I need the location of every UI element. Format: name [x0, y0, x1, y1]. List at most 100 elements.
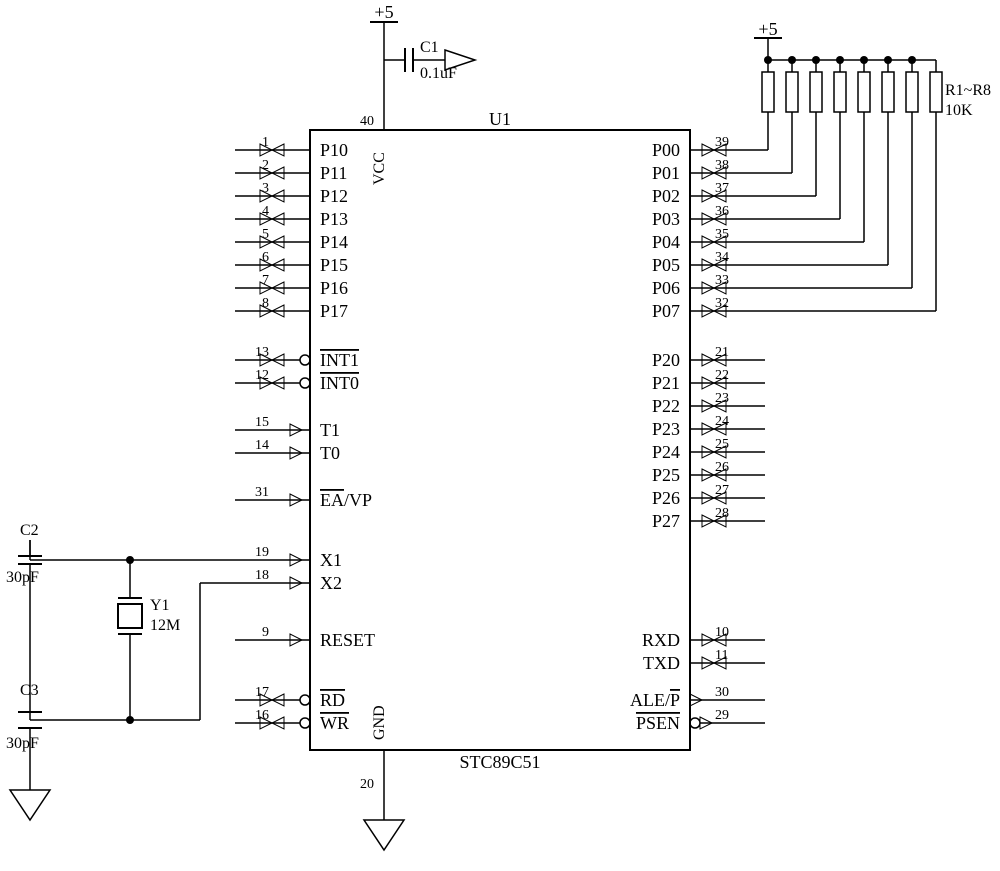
svg-text:P03: P03 — [652, 209, 680, 229]
svg-text:7: 7 — [262, 273, 269, 288]
svg-text:P07: P07 — [652, 301, 680, 321]
svg-text:14: 14 — [255, 438, 269, 453]
crystal-circuit: C2 30pF Y1 12M C3 30pF — [6, 522, 200, 820]
svg-text:12M: 12M — [150, 617, 180, 634]
svg-text:22: 22 — [715, 368, 729, 383]
svg-text:15: 15 — [255, 415, 269, 430]
svg-text:EA/VP: EA/VP — [320, 490, 372, 510]
svg-text:4: 4 — [262, 204, 269, 219]
svg-text:+5: +5 — [758, 19, 777, 39]
svg-text:12: 12 — [255, 368, 269, 383]
svg-text:17: 17 — [255, 685, 269, 700]
svg-text:P25: P25 — [652, 465, 680, 485]
svg-text:10: 10 — [715, 625, 729, 640]
svg-text:37: 37 — [715, 181, 729, 196]
svg-text:P26: P26 — [652, 488, 680, 508]
chip-designator: U1 — [489, 109, 511, 129]
pin-20-num: 20 — [360, 777, 374, 792]
serial-pins: 10 RXD 11 TXD 30 ALE/P 29 PSEN — [630, 625, 765, 733]
int-pins: 13 INT1 12 INT0 — [235, 345, 359, 393]
svg-text:P02: P02 — [652, 186, 680, 206]
svg-text:RXD: RXD — [642, 630, 680, 650]
svg-text:P21: P21 — [652, 373, 680, 393]
svg-text:R1~R8: R1~R8 — [945, 82, 991, 99]
svg-text:P05: P05 — [652, 255, 680, 275]
svg-text:P24: P24 — [652, 442, 680, 462]
svg-text:P27: P27 — [652, 511, 680, 531]
svg-text:PSEN: PSEN — [636, 713, 680, 733]
svg-text:34: 34 — [715, 250, 729, 265]
svg-text:9: 9 — [262, 625, 269, 640]
pin-40-num: 40 — [360, 114, 374, 129]
svg-text:X2: X2 — [320, 573, 342, 593]
svg-text:30pF: 30pF — [6, 569, 39, 586]
svg-text:1: 1 — [262, 135, 269, 150]
svg-text:P17: P17 — [320, 301, 348, 321]
svg-text:5: 5 — [262, 227, 269, 242]
svg-text:24: 24 — [715, 414, 729, 429]
reset-pin: 9 RESET — [235, 625, 375, 650]
svg-text:ALE/P: ALE/P — [630, 690, 680, 710]
svg-text:30pF: 30pF — [6, 735, 39, 752]
left-pins-p1: 1 P10 2 P11 3 P12 4 P13 5 P14 — [235, 135, 348, 321]
pin-row-p13: 4 P13 — [235, 204, 348, 229]
svg-text:RD: RD — [320, 690, 345, 710]
vcc-label: VCC — [371, 152, 388, 185]
svg-text:P12: P12 — [320, 186, 348, 206]
svg-text:31: 31 — [255, 485, 269, 500]
svg-text:P15: P15 — [320, 255, 348, 275]
svg-text:38: 38 — [715, 158, 729, 173]
pin-row-p15: 6 P15 — [235, 250, 348, 275]
right-pins-p2: 21P20 22P21 23P22 24P23 25P24 26P25 27P2… — [652, 345, 765, 531]
svg-text:C2: C2 — [20, 522, 39, 539]
pin-row-p16: 7 P16 — [235, 273, 348, 298]
svg-text:P22: P22 — [652, 396, 680, 416]
pin-row-p10: 1 P10 — [235, 135, 348, 160]
circuit-schematic: U1 STC89C51 +5 40 VCC C1 0.1uF 20 GND 1 … — [0, 0, 1000, 871]
svg-text:WR: WR — [320, 713, 349, 733]
svg-text:11: 11 — [715, 648, 728, 663]
svg-text:RESET: RESET — [320, 630, 375, 650]
chip-body — [310, 130, 690, 750]
chip-partnumber: STC89C51 — [459, 752, 540, 772]
svg-text:28: 28 — [715, 506, 729, 521]
svg-text:P11: P11 — [320, 163, 347, 183]
power-top-label: +5 — [374, 2, 393, 22]
svg-text:36: 36 — [715, 204, 729, 219]
svg-text:25: 25 — [715, 437, 729, 452]
svg-text:35: 35 — [715, 227, 729, 242]
svg-text:39: 39 — [715, 135, 729, 150]
svg-text:16: 16 — [255, 708, 269, 723]
svg-text:3: 3 — [262, 181, 269, 196]
svg-text:TXD: TXD — [643, 653, 680, 673]
svg-text:32: 32 — [715, 296, 729, 311]
svg-text:19: 19 — [255, 545, 269, 560]
svg-text:P13: P13 — [320, 209, 348, 229]
pin-row-p14: 5 P14 — [235, 227, 348, 252]
gnd-label: GND — [371, 705, 388, 740]
svg-text:P20: P20 — [652, 350, 680, 370]
svg-text:26: 26 — [715, 460, 729, 475]
pullup-resistors: +5 — [754, 19, 991, 311]
svg-text:P01: P01 — [652, 163, 680, 183]
svg-text:P10: P10 — [320, 140, 348, 160]
svg-text:P00: P00 — [652, 140, 680, 160]
svg-text:P04: P04 — [652, 232, 680, 252]
svg-text:8: 8 — [262, 296, 269, 311]
svg-text:13: 13 — [255, 345, 269, 360]
rw-pins: 17 RD 16 WR — [235, 685, 349, 733]
svg-text:29: 29 — [715, 708, 729, 723]
svg-text:6: 6 — [262, 250, 269, 265]
svg-text:18: 18 — [255, 568, 269, 583]
pin-row-p17: 8 P17 — [235, 296, 348, 321]
svg-text:27: 27 — [715, 483, 729, 498]
svg-text:INT0: INT0 — [320, 373, 359, 393]
svg-text:T0: T0 — [320, 443, 340, 463]
svg-text:Y1: Y1 — [150, 597, 170, 614]
svg-text:INT1: INT1 — [320, 350, 359, 370]
svg-text:T1: T1 — [320, 420, 340, 440]
c1-name: C1 — [420, 39, 439, 56]
svg-text:30: 30 — [715, 685, 729, 700]
svg-text:P14: P14 — [320, 232, 348, 252]
svg-text:2: 2 — [262, 158, 269, 173]
